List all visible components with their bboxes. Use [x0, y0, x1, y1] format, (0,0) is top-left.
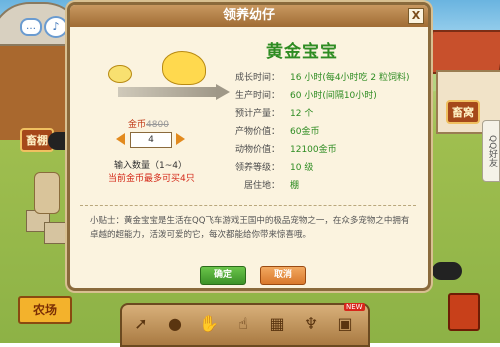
confirm-button[interactable]: 确定 — [200, 266, 246, 285]
price: 金币4800 — [128, 120, 169, 130]
stat-growth-time: 成长时间： 16 小时(每4小时吃 2 粒饲料) — [234, 73, 410, 83]
shop-icon[interactable]: ▣ — [332, 310, 358, 338]
pet-adult-sprite — [162, 51, 206, 85]
stat-expected-yield: 预计产量： 12 个 — [234, 109, 314, 119]
max-purchase-hint: 当前金币最多可买4只 — [108, 174, 195, 184]
hand-icon[interactable]: ☝ — [230, 310, 256, 338]
book-icon[interactable] — [448, 293, 480, 331]
seed-bag-icon[interactable]: ● — [162, 310, 188, 338]
pointer-icon[interactable]: ➚ — [128, 310, 154, 338]
growth-arrow — [118, 87, 218, 97]
chat-icon[interactable]: … — [20, 18, 42, 36]
broom-icon[interactable]: ♆ — [298, 310, 324, 338]
dog-sprite — [432, 262, 462, 280]
dialog-title: 领养幼仔 — [222, 8, 275, 23]
right-barn-roof — [424, 30, 500, 74]
increase-arrow-icon[interactable] — [176, 133, 185, 145]
toolbar: ➚ ● ✋ ☝ ▦ ♆ ▣ NEW — [120, 303, 370, 347]
pet-baby-sprite — [108, 65, 132, 83]
tip-text: 小贴士：黄金宝宝是生活在QQ飞车游戏王国中的极品宠物之一，在众多宠物之中拥有卓越… — [90, 216, 410, 240]
price-value: 4800 — [146, 120, 169, 130]
farm-button[interactable]: 农场 — [18, 296, 72, 324]
sound-icon[interactable]: ♪ — [44, 16, 68, 38]
dialog-titlebar: 领养幼仔 X — [70, 5, 428, 27]
new-badge: NEW — [344, 303, 365, 311]
stat-production-time: 生产时间： 60 小时(间隔10小时) — [234, 91, 377, 101]
crate — [44, 222, 68, 244]
stat-adopt-level: 领养等级： 10 级 — [234, 163, 314, 173]
pet-name: 黄金宝宝 — [266, 42, 338, 62]
bucket — [34, 172, 60, 214]
glove-icon[interactable]: ✋ — [196, 310, 222, 338]
divider — [80, 205, 416, 207]
stat-product-value: 产物价值： 60金币 — [234, 127, 320, 137]
adopt-dialog: 领养幼仔 X 黄金宝宝 成长时间： 16 小时(每4小时吃 2 粒饲料) 生产时间… — [67, 2, 431, 291]
cancel-button[interactable]: 取消 — [260, 266, 306, 285]
net-icon[interactable]: ▦ — [264, 310, 290, 338]
qq-friends-tab[interactable]: QQ好友 — [482, 120, 500, 182]
stat-animal-value: 动物价值： 12100金币 — [234, 145, 337, 155]
right-barn-sign[interactable]: 畜窝 — [446, 100, 480, 124]
quantity-hint: 输入数量（1~4） — [114, 161, 187, 171]
quantity-input[interactable]: 4 — [130, 132, 172, 148]
growth-arrow-head — [216, 84, 230, 100]
close-button[interactable]: X — [408, 8, 424, 24]
left-barn[interactable] — [0, 2, 84, 140]
stat-habitat: 居住地：棚 — [243, 181, 300, 191]
decrease-arrow-icon[interactable] — [116, 133, 125, 145]
